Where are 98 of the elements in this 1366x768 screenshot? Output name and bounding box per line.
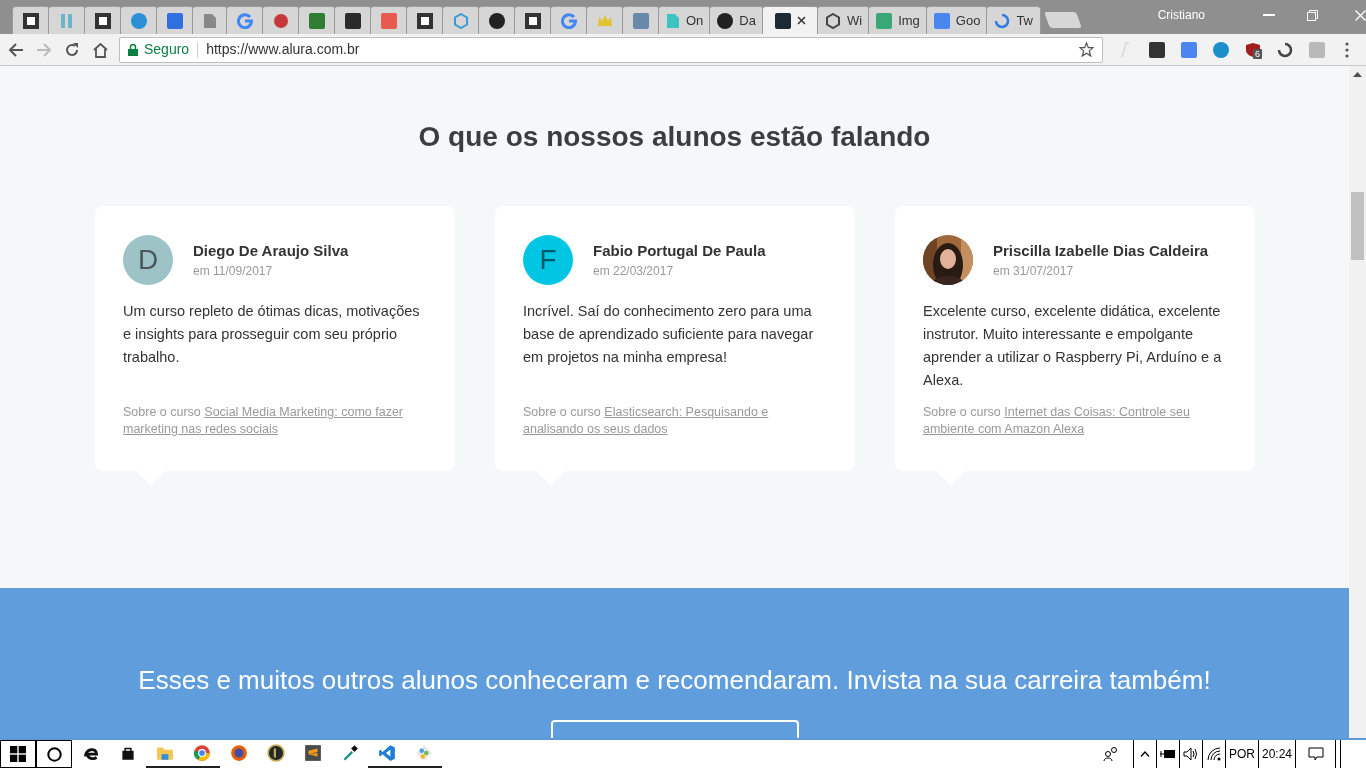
extension-icon: [1277, 41, 1293, 58]
browser-tab[interactable]: Img: [868, 6, 928, 34]
badge: 6: [1253, 48, 1262, 59]
chrome-icon[interactable]: [192, 744, 211, 762]
paint-icon[interactable]: [414, 744, 433, 762]
student-name: Priscilla Izabelle Dias Caldeira: [993, 240, 1209, 261]
language-indicator[interactable]: POR: [1226, 740, 1259, 768]
restore-icon[interactable]: [1307, 9, 1318, 21]
favicon-icon: [381, 12, 397, 29]
tab-title: Da: [739, 11, 756, 30]
star-icon[interactable]: [1079, 42, 1094, 57]
browser-tab[interactable]: On: [658, 6, 712, 34]
tab-title: Img: [898, 11, 920, 30]
avatar: D: [123, 235, 173, 285]
favicon-icon: [717, 12, 734, 29]
browser-tab[interactable]: Wi: [816, 6, 871, 34]
volume-icon[interactable]: [1183, 747, 1199, 761]
favicon-icon: [561, 12, 577, 29]
favicon-icon: [309, 12, 325, 29]
favicon-icon: [453, 12, 469, 29]
banner-text: Esses e muitos outros alunos conheceram e recomendaram. Invista na sua carreira também!: [138, 664, 1211, 697]
favicon-icon: [994, 12, 1011, 29]
browser-tab[interactable]: [334, 6, 372, 34]
review-text: Excelente curso, excelente didática, excelente instrutor. Muito interessante e empolgante aprender a utilizar o Raspberry Pi, Arduíno e a Alexa.: [923, 302, 1223, 390]
security-label: Seguro: [144, 40, 190, 59]
extension-icon: [1213, 41, 1229, 58]
course-info: Sobre o curso Social Media Marketing: como fazer marketing nas redes sociais: [123, 404, 404, 438]
firefox-icon[interactable]: [229, 744, 248, 762]
favicon-icon: [933, 12, 950, 29]
browser-tab[interactable]: Da: [709, 6, 764, 34]
favicon-icon: [203, 12, 217, 29]
favicon-icon: [23, 12, 39, 29]
favicon-icon: [345, 12, 361, 29]
favicon-icon: [633, 12, 649, 29]
caret-icon: [1140, 751, 1150, 757]
extension-icon: [1149, 41, 1165, 58]
scrollbar-thumb[interactable]: [1351, 192, 1364, 260]
search-button[interactable]: [36, 740, 72, 768]
review-date: em 31/07/2017: [993, 263, 1075, 281]
game-icon[interactable]: [266, 744, 285, 762]
close-icon[interactable]: [796, 16, 806, 25]
favicon-icon: [666, 12, 680, 29]
address-bar[interactable]: Seguro https://www.alura.com.br: [119, 36, 1103, 63]
editor-icon[interactable]: [303, 744, 322, 762]
browser-tab[interactable]: [406, 6, 444, 34]
tab-title: Wi: [846, 11, 863, 30]
favicon-icon: [237, 12, 253, 29]
browser-tab[interactable]: [12, 6, 50, 34]
scroll-up-icon[interactable]: [1353, 71, 1362, 77]
windows-icon: [10, 746, 26, 762]
url-text: https://www.alura.com.br: [206, 40, 360, 59]
favicon-icon: [824, 12, 841, 29]
course-info: Sobre o curso Elasticsearch: Pesquisando e analisando os seus dados: [523, 404, 770, 438]
favicon-icon: [525, 12, 541, 29]
extension-icon: [1181, 41, 1197, 58]
browser-tab[interactable]: [478, 6, 516, 34]
home-icon[interactable]: [92, 41, 109, 58]
browser-tab[interactable]: Tw: [986, 6, 1041, 34]
favicon-icon: [417, 12, 433, 29]
back-icon[interactable]: [8, 41, 24, 58]
review-text: Incrível. Saí do conhecimento zero para uma base de aprendizado suficiente para navegar em projetos na minha empresa!: [523, 302, 815, 367]
review-date: em 11/09/2017: [193, 263, 274, 281]
menu-icon[interactable]: [1345, 41, 1349, 58]
start-button[interactable]: [0, 740, 36, 768]
review-text: Um curso repleto de ótimas dicas, motivações e insights para prosseguir com seu próprio trabalho.: [123, 302, 421, 367]
avatar: F: [523, 235, 573, 285]
student-name: Diego De Araujo Silva: [193, 240, 349, 261]
favicon-icon: [273, 12, 289, 29]
tab-title: On: [686, 11, 704, 30]
favicon-icon: [774, 12, 791, 29]
circle-icon: [46, 746, 62, 762]
folder-icon[interactable]: [155, 744, 174, 762]
favicon-icon: [131, 12, 147, 29]
favicon-icon: [95, 12, 111, 29]
favicon-icon: [489, 12, 505, 29]
favicon-icon: [59, 12, 75, 29]
reload-icon[interactable]: [64, 41, 80, 58]
lock-icon: [128, 43, 138, 56]
battery-icon[interactable]: [1160, 749, 1176, 759]
favicon-icon: [167, 12, 183, 29]
student-name: Fabio Portugal De Paula: [593, 240, 766, 261]
browser-tab[interactable]: [761, 6, 819, 34]
browser-tab[interactable]: [514, 6, 552, 34]
browser-tab[interactable]: Goo: [925, 6, 989, 34]
scrollbar[interactable]: [1349, 66, 1366, 738]
favicon-icon: [876, 12, 893, 29]
people-icon[interactable]: [1103, 746, 1119, 762]
course-info: Sobre o curso Internet das Coisas: Controle seu ambiente com Amazon Alexa: [923, 404, 1191, 438]
review-date: em 22/03/2017: [593, 263, 675, 281]
tab-title: Goo: [955, 11, 981, 30]
browser-tab[interactable]: [84, 6, 122, 34]
vs-code-icon[interactable]: [377, 744, 396, 762]
clock[interactable]: 20:24: [1259, 740, 1296, 768]
extension-icon: [1309, 41, 1325, 58]
notification-icon[interactable]: [1307, 747, 1324, 761]
tab-title: Tw: [1016, 11, 1033, 30]
section-heading: O que os nossos alunos estão falando: [417, 120, 932, 154]
wifi-icon[interactable]: [1207, 747, 1221, 761]
